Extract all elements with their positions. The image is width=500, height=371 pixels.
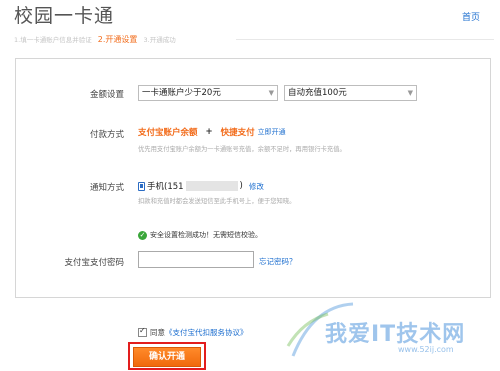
agreement-checkbox[interactable] xyxy=(138,326,147,337)
home-link[interactable]: 首页 xyxy=(462,10,480,23)
phone-mask xyxy=(185,181,238,191)
check-circle-icon: ✓ xyxy=(138,230,147,240)
step-1: 1.填一卡通账户信息并验证 xyxy=(14,36,92,44)
chevron-down-icon: ▼ xyxy=(407,89,413,97)
page-header: 校园一卡通 首页 xyxy=(0,0,500,32)
watermark-url: www.52ij.com xyxy=(398,345,454,354)
edit-phone-link[interactable]: 修改 xyxy=(249,181,264,192)
recharge-select[interactable]: 自动充值100元 ▼ xyxy=(284,85,417,101)
recharge-select-value: 自动充值100元 xyxy=(288,88,347,98)
plus-sign: + xyxy=(205,127,213,137)
payment-label: 付款方式 xyxy=(89,130,124,140)
page-title: 校园一卡通 xyxy=(14,5,115,27)
chevron-down-icon: ▼ xyxy=(268,89,274,97)
forgot-password-link[interactable]: 忘记密码？ xyxy=(259,256,297,267)
phone-prefix: 手机(151 xyxy=(147,182,184,192)
security-message: 安全设置检测成功！无需短信校验。 xyxy=(150,231,262,239)
step-separator xyxy=(139,35,141,43)
agreement-prefix: 同意 xyxy=(150,328,165,337)
step-indicator: 1.填一卡通账户信息并验证 2.开通设置 3.开通成功 xyxy=(14,33,176,45)
threshold-select-value: 一卡通账户少于20元 xyxy=(142,88,221,98)
password-label: 支付宝支付密码 xyxy=(64,258,124,268)
step-2-active: 2.开通设置 xyxy=(97,34,138,44)
watermark-text: 我爱IT技术网 xyxy=(325,322,466,347)
step-3: 3.开通成功 xyxy=(143,36,176,44)
agreement: 同意 《支付宝代扣服务协议》 xyxy=(138,326,248,338)
notify-hint: 扣款和充值时都会发送短信至此手机号上，便于您知晓。 xyxy=(138,198,296,205)
payment-hint: 优先用支付宝账户余额为一卡通账号充值，余额不足时，再用银行卡充值。 xyxy=(138,146,346,153)
payment-options: 支付宝账户余额 + 快捷支付 立即开通 xyxy=(138,126,286,138)
security-check: ✓ 安全设置检测成功！无需短信校验。 xyxy=(138,230,262,240)
phone-number: 手机(151 ) 修改 xyxy=(138,180,264,192)
confirm-open-button[interactable]: 确认开通 xyxy=(133,347,201,367)
threshold-select[interactable]: 一卡通账户少于20元 ▼ xyxy=(138,85,278,101)
protocol-link[interactable]: 《支付宝代扣服务协议》 xyxy=(165,327,248,338)
balance-option[interactable]: 支付宝账户余额 xyxy=(138,126,198,138)
notify-label: 通知方式 xyxy=(89,183,124,193)
settings-panel: 金额设置 一卡通账户少于20元 ▼ 自动充值100元 ▼ 付款方式 支付宝账户余… xyxy=(15,58,491,298)
steps-divider xyxy=(236,39,494,40)
open-now-link[interactable]: 立即开通 xyxy=(258,127,286,137)
phone-icon xyxy=(138,181,145,191)
password-input[interactable] xyxy=(138,251,254,268)
amount-label: 金额设置 xyxy=(89,90,124,100)
step-separator xyxy=(94,35,96,43)
quick-pay-option[interactable]: 快捷支付 xyxy=(221,126,255,138)
phone-suffix: ) xyxy=(239,181,243,191)
